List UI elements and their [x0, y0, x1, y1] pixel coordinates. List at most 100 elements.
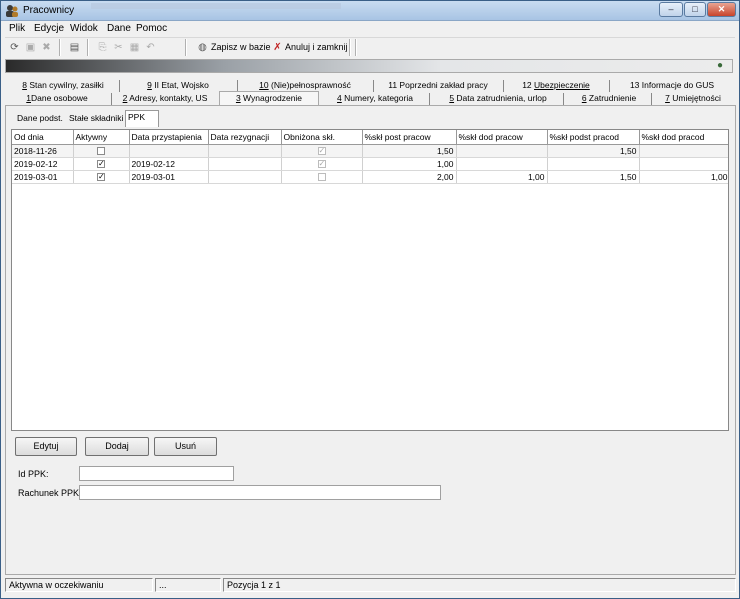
tab-dane-osobowe[interactable]: 1Dane osobowe [7, 92, 107, 106]
toolbar-separator [59, 39, 61, 56]
delete-icon: ✖ [42, 42, 51, 53]
tab-row-top: 8 Stan cywilny, zasiłki 9 II Etat, Wojsk… [5, 79, 735, 93]
cut-button[interactable]: ✂ [111, 40, 126, 55]
title-bar[interactable]: Pracownicy – □ ✕ [1, 1, 739, 21]
close-button[interactable]: ✕ [707, 2, 736, 17]
rachunek-ppk-input[interactable] [79, 485, 441, 500]
col-obnizona-skl[interactable]: Obniżona skł. [281, 130, 363, 145]
scissors-icon: ✂ [114, 42, 123, 53]
toolbar-separator [349, 39, 351, 56]
col-data-przystapienia[interactable]: Data przystapienia [129, 130, 209, 145]
tab-numery-kategoria[interactable]: 4 Numery, kategoria [323, 92, 427, 106]
paste-button[interactable]: ▦ [127, 40, 142, 55]
tab-zatrudnienie[interactable]: 6 Zatrudnienie [567, 92, 651, 106]
tab-row-bottom: 1Dane osobowe 2 Adresy, kontakty, US 3 W… [5, 91, 735, 107]
save-to-db-button[interactable]: Zapisz w bazie [211, 42, 271, 52]
cell-data-rezygnacji [208, 157, 282, 171]
status-state: Aktywna w oczekiwaniu [5, 578, 153, 592]
toolbar-separator [355, 39, 357, 56]
menu-plik[interactable]: Plik [9, 23, 25, 34]
minimize-button[interactable]: – [659, 2, 683, 17]
cell-dod-pracow [456, 157, 548, 171]
status-position: Pozycja 1 z 1 [223, 578, 736, 592]
copy-button[interactable]: ⎘ [95, 40, 110, 55]
table-header-row: Od dnia Aktywny Data przystapienia Data … [12, 130, 728, 145]
cancel-icon: ✗ [273, 42, 282, 53]
menu-widok[interactable]: Widok [70, 23, 98, 34]
save-disk-button[interactable]: ▣ [23, 40, 38, 55]
cell-dod-pracod: 1,00 [639, 170, 728, 184]
window-title: Pracownicy [23, 5, 75, 16]
table-row[interactable]: 2019-03-01 ✓ 2019-03-01 2,00 1,00 1,50 1… [12, 170, 728, 184]
col-skl-dod-pracod[interactable]: %skł dod pracod [639, 130, 728, 145]
col-aktywny[interactable]: Aktywny [73, 130, 130, 145]
user-icon: ● [717, 60, 724, 71]
employee-header-bar [5, 59, 733, 73]
properties-icon: ▤ [69, 42, 80, 53]
menu-dane[interactable]: Dane [107, 23, 131, 34]
cancel-close-icon-button[interactable]: ✗ [270, 40, 285, 55]
tab-data-zatrudnienia[interactable]: 5 Data zatrudnienia, urlop [433, 92, 563, 106]
refresh-button[interactable]: ⟳ [7, 40, 22, 55]
tab-ii-etat[interactable]: 9 II Etat, Wojsko [123, 79, 233, 93]
toolbar-separator [185, 39, 187, 56]
cell-data-rezygnacji [208, 170, 282, 184]
tab-informacje-gus[interactable]: 13 Informacje do GUS [613, 79, 731, 93]
tab-umiejetnosci[interactable]: 7 Umiejętności [655, 92, 731, 106]
col-skl-post-pracow[interactable]: %skł post pracow [362, 130, 457, 145]
aktywny-checkbox[interactable]: ✓ [97, 173, 105, 182]
tab-ubezpieczenie[interactable]: 12 Ubezpieczenie [507, 79, 605, 93]
close-icon: ✕ [717, 4, 726, 14]
obnizona-checkbox: ✓ [317, 159, 326, 169]
cell-podst-pracod: 1,50 [547, 170, 640, 184]
obnizona-checkbox: ✓ [317, 146, 326, 156]
cell-podst-pracod: 1,50 [547, 144, 640, 158]
save-to-db-icon-button[interactable]: ◍ [195, 40, 210, 55]
id-ppk-input[interactable] [79, 466, 234, 481]
col-data-rezygnacji[interactable]: Data rezygnacji [208, 130, 282, 145]
cell-dod-pracod [639, 157, 728, 171]
toolbar-separator [87, 39, 89, 56]
tab-poprzedni-zaklad[interactable]: 11 Poprzedni zakład pracy [377, 79, 499, 93]
refresh-icon: ⟳ [10, 42, 19, 53]
rachunek-ppk-label: Rachunek PPK: [18, 488, 82, 498]
tab-adresy[interactable]: 2 Adresy, kontakty, US [115, 92, 215, 106]
col-skl-dod-pracow[interactable]: %skł dod pracow [456, 130, 548, 145]
cell-data-rezygnacji [208, 144, 282, 158]
delete-record-button[interactable]: ✖ [39, 40, 54, 55]
subtab-stale-skladniki[interactable]: Stałe składniki [67, 112, 125, 126]
cell-data-przystapienia [129, 144, 209, 158]
menu-edycje[interactable]: Edycje [34, 23, 64, 34]
cell-podst-pracod [547, 157, 640, 171]
tab-stan-cywilny[interactable]: 8 Stan cywilny, zasiłki [9, 79, 117, 93]
properties-button[interactable]: ▤ [67, 40, 82, 55]
cell-dod-pracod [639, 144, 728, 158]
paste-icon: ▦ [129, 42, 140, 53]
subtab-ppk[interactable]: PPK [125, 110, 159, 127]
obnizona-checkbox [317, 173, 326, 182]
main-window: Pracownicy – □ ✕ Plik Edycje Widok Dane … [0, 0, 740, 599]
cell-data-przystapienia: 2019-03-01 [129, 170, 209, 184]
add-button[interactable]: Dodaj [85, 437, 149, 456]
delete-button[interactable]: Usuń [154, 437, 217, 456]
table-row[interactable]: 2019-02-12 ✓ 2019-02-12 ✓ 1,00 [12, 157, 728, 171]
edit-button[interactable]: Edytuj [15, 437, 77, 456]
cell-dod-pracow: 1,00 [456, 170, 548, 184]
cell-post-pracow: 1,00 [362, 157, 457, 171]
disk-icon: ▣ [25, 42, 36, 53]
aktywny-checkbox[interactable] [97, 147, 105, 156]
ppk-table[interactable]: Od dnia Aktywny Data przystapienia Data … [11, 129, 729, 431]
col-od-dnia[interactable]: Od dnia [12, 130, 74, 145]
col-skl-podst-pracod[interactable]: %skł podst pracod [547, 130, 640, 145]
menu-pomoc[interactable]: Pomoc [136, 23, 167, 34]
copy-icon: ⎘ [98, 42, 107, 53]
cell-post-pracow: 1,50 [362, 144, 457, 158]
maximize-button[interactable]: □ [684, 2, 706, 17]
undo-button[interactable]: ↶ [143, 40, 158, 55]
subtab-dane-podst[interactable]: Dane podst. [15, 112, 65, 126]
aktywny-checkbox[interactable]: ✓ [97, 160, 105, 169]
table-row[interactable]: 2018-11-26 ✓ 1,50 1,50 [12, 144, 728, 158]
id-ppk-label: Id PPK: [18, 469, 49, 479]
cancel-close-button[interactable]: Anuluj i zamknij [285, 42, 348, 52]
menu-bar: Plik Edycje Widok Dane Pomoc [1, 21, 739, 36]
